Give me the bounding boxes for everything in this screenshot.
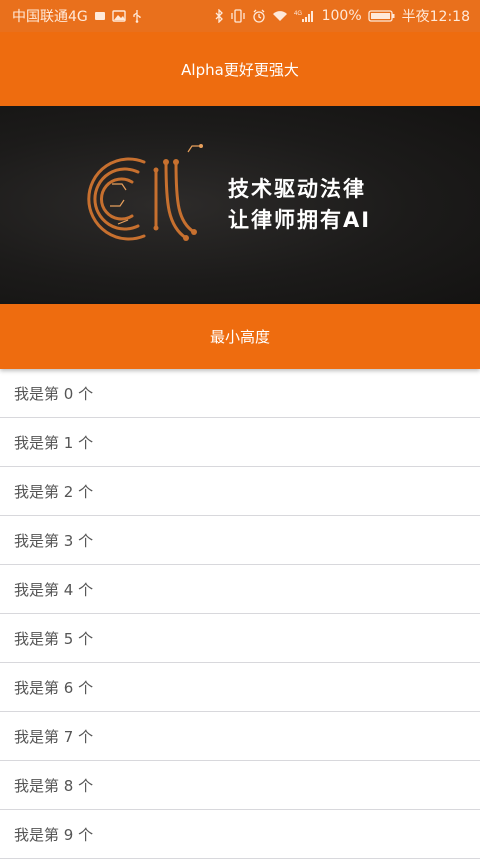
wifi-icon (272, 10, 288, 22)
battery-percent: 100% (321, 8, 362, 24)
alpha-logo-icon (87, 144, 203, 241)
min-height-bar: 最小高度 (0, 304, 480, 369)
min-height-label: 最小高度 (209, 328, 270, 346)
carrier-label: 中国联通4G (12, 9, 88, 25)
list-item-label: 我是第 6 个 (14, 678, 94, 697)
list-item-label: 我是第 4 个 (14, 580, 94, 599)
battery-icon (367, 9, 396, 23)
clock: 半夜12:18 (401, 9, 470, 25)
list-item-label: 我是第 0 个 (14, 384, 94, 403)
bluetooth-icon (214, 9, 224, 23)
app-title-bar: Alpha更好更强大 (0, 32, 480, 106)
image-icon (112, 10, 126, 22)
list-item[interactable]: 我是第 8 个 (0, 761, 480, 810)
list-item[interactable]: 我是第 6 个 (0, 663, 480, 712)
status-bar: 中国联通4G 4G 100% 半夜12:18 (0, 0, 480, 32)
list-item[interactable]: 我是第 2 个 (0, 467, 480, 516)
banner-slogan: 技术驱动法律 让律师拥有AI (228, 174, 371, 236)
status-bar-left: 中国联通4G (12, 6, 142, 26)
list-item[interactable]: 我是第 3 个 (0, 516, 480, 565)
page-title: Alpha更好更强大 (181, 60, 299, 79)
usb-icon (132, 9, 142, 23)
list-item[interactable]: 我是第 5 个 (0, 614, 480, 663)
hero-banner: 技术驱动法律 让律师拥有AI (0, 106, 480, 304)
list-item-label: 我是第 5 个 (14, 629, 94, 648)
list-item-label: 我是第 2 个 (14, 482, 94, 501)
list-item-label: 我是第 9 个 (14, 825, 94, 844)
vibrate-icon (230, 9, 246, 23)
list-item[interactable]: 我是第 4 个 (0, 565, 480, 614)
list-item[interactable]: 我是第 0 个 (0, 369, 480, 418)
list-item[interactable]: 我是第 9 个 (0, 810, 480, 859)
banner-slogan-line-1: 技术驱动法律 (228, 177, 366, 201)
list-item-label: 我是第 1 个 (14, 433, 94, 452)
list-item[interactable]: 我是第 7 个 (0, 712, 480, 761)
list-item[interactable]: 我是第 1 个 (0, 418, 480, 467)
status-bar-right: 4G 100% 半夜12:18 (214, 6, 470, 26)
square-icon (94, 11, 106, 21)
list-item-label: 我是第 7 个 (14, 727, 94, 746)
alarm-icon (252, 9, 266, 23)
item-list: 我是第 0 个 我是第 1 个 我是第 2 个 我是第 3 个 我是第 4 个 … (0, 369, 480, 859)
list-item-label: 我是第 3 个 (14, 531, 94, 550)
banner-slogan-line-2: 让律师拥有AI (228, 208, 372, 232)
list-item-label: 我是第 8 个 (14, 776, 94, 795)
network-badge: 4G (294, 11, 302, 17)
signal-icon: 4G (294, 9, 316, 23)
